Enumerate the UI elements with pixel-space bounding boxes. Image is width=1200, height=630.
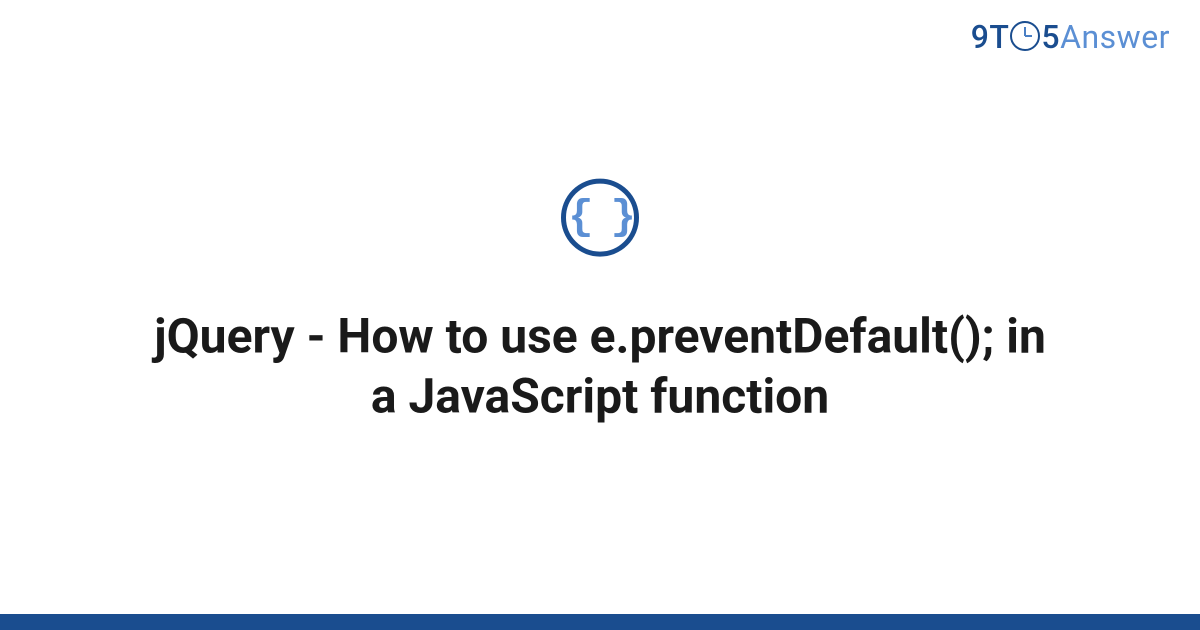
footer-accent-bar [0, 614, 1200, 630]
code-braces-icon: { } [568, 197, 632, 239]
clock-icon [1010, 21, 1040, 51]
main-content: { } jQuery - How to use e.preventDefault… [0, 179, 1200, 427]
site-logo: 9T 5 Answer [971, 18, 1170, 56]
logo-prefix: 9T [971, 18, 1010, 56]
page-title: jQuery - How to use e.preventDefault(); … [120, 307, 1080, 427]
logo-word: Answer [1060, 18, 1170, 56]
category-badge: { } [561, 179, 639, 257]
logo-suffix: 5 [1041, 18, 1060, 56]
